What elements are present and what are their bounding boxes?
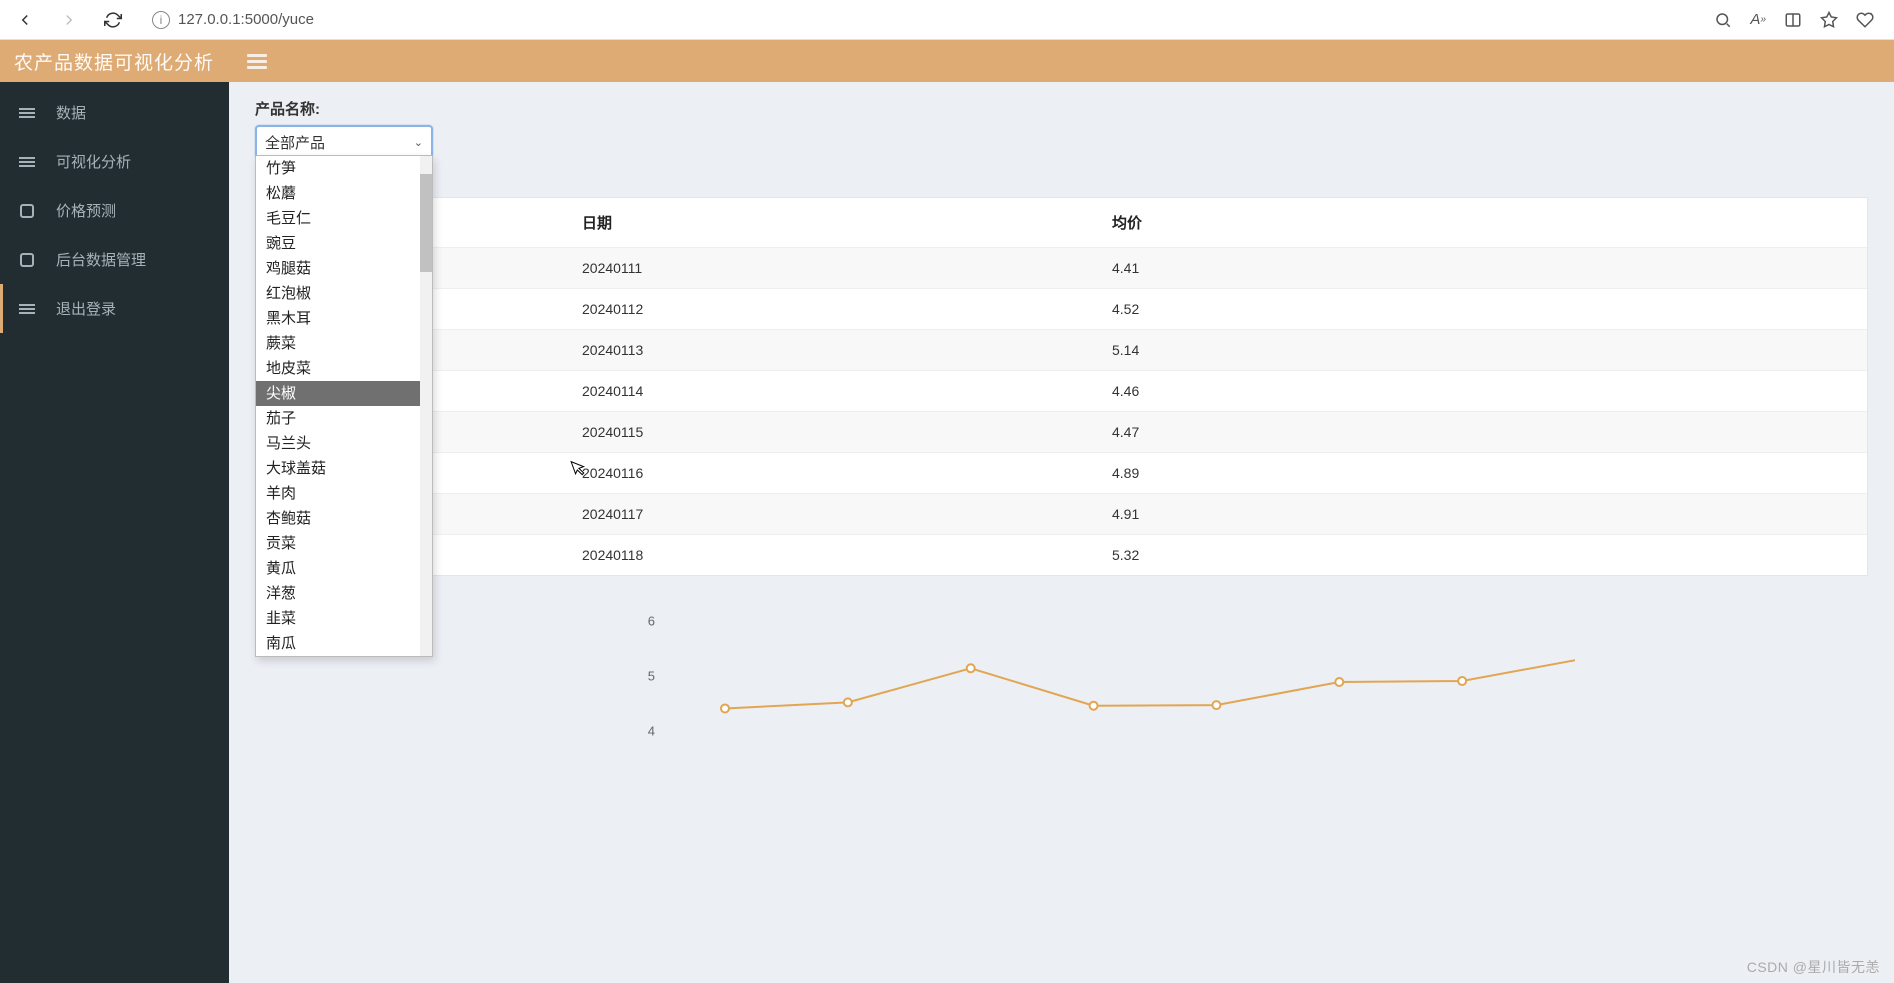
cell-date: 20240115 <box>566 412 1096 453</box>
dropdown-option[interactable]: 黄瓜 <box>256 556 432 581</box>
cell-price: 4.91 <box>1096 494 1867 535</box>
cell-date: 20240111 <box>566 248 1096 289</box>
sidebar-item-visualize[interactable]: 可视化分析 <box>0 137 229 186</box>
dropdown-option[interactable]: 羊肉 <box>256 481 432 506</box>
dropdown-option[interactable]: 毛豆仁 <box>256 206 432 231</box>
menu-icon <box>18 300 36 318</box>
sidebar-item-data[interactable]: 数据 <box>0 88 229 137</box>
dropdown-option[interactable]: 南瓜 <box>256 631 432 656</box>
sidebar-item-logout[interactable]: 退出登录 <box>0 284 229 333</box>
table-row: 202401154.47 <box>256 412 1867 453</box>
sidebar-item-forecast[interactable]: 价格预测 <box>0 186 229 235</box>
chevron-down-icon: ⌄ <box>414 136 423 149</box>
dropdown-option[interactable]: 尖椒 <box>256 381 432 406</box>
y-tick-label: 6 <box>648 614 655 629</box>
cell-price: 5.32 <box>1096 535 1867 576</box>
app-header: 农产品数据可视化分析 <box>0 40 1894 82</box>
dropdown-option[interactable]: 贡菜 <box>256 531 432 556</box>
dropdown-option[interactable]: 蕨菜 <box>256 331 432 356</box>
favorite-icon[interactable] <box>1820 11 1838 29</box>
watermark: CSDN @星川皆无恙 <box>1747 957 1880 977</box>
app-title: 农产品数据可视化分析 <box>14 48 214 75</box>
dropdown-option[interactable]: 豌豆 <box>256 231 432 256</box>
line-chart-svg <box>675 616 1575 746</box>
cell-date: 20240118 <box>566 535 1096 576</box>
address-bar[interactable]: i 127.0.0.1:5000/yuce <box>142 5 1700 35</box>
th-price: 均价 <box>1096 198 1867 248</box>
sidebar-item-label: 可视化分析 <box>56 151 131 172</box>
cell-price: 4.46 <box>1096 371 1867 412</box>
table-row: 202401174.91 <box>256 494 1867 535</box>
filter-form: 产品名称: 全部产品 ⌄ 竹笋松蘑毛豆仁豌豆鸡腿菇红泡椒黑木耳蕨菜地皮菜尖椒茄子… <box>255 98 1868 159</box>
cell-price: 4.89 <box>1096 453 1867 494</box>
dropdown-option[interactable]: 杏鲍菇 <box>256 506 432 531</box>
y-tick-label: 4 <box>648 724 655 739</box>
sidebar-item-label: 后台数据管理 <box>56 249 146 270</box>
zoom-icon[interactable] <box>1714 11 1732 29</box>
cell-price: 4.47 <box>1096 412 1867 453</box>
collections-icon[interactable] <box>1856 11 1874 29</box>
product-label: 产品名称: <box>255 98 1868 119</box>
url-text: 127.0.0.1:5000/yuce <box>178 11 314 28</box>
select-value: 全部产品 <box>265 132 325 153</box>
main-content: 产品名称: 全部产品 ⌄ 竹笋松蘑毛豆仁豌豆鸡腿菇红泡椒黑木耳蕨菜地皮菜尖椒茄子… <box>229 82 1894 983</box>
dropdown-option[interactable]: 洋葱 <box>256 581 432 606</box>
checkbox-icon <box>18 251 36 269</box>
back-button[interactable] <box>10 5 40 35</box>
dropdown-option[interactable]: 茄子 <box>256 406 432 431</box>
price-table: 产品名称 日期 均价 202401114.41202401124.5220240… <box>256 198 1867 575</box>
sidebar-item-label: 退出登录 <box>56 298 116 319</box>
forward-button[interactable] <box>54 5 84 35</box>
sidebar-item-label: 价格预测 <box>56 200 116 221</box>
dropdown-option[interactable]: 松蘑 <box>256 181 432 206</box>
sidebar-toggle[interactable] <box>244 48 270 74</box>
cell-price: 5.14 <box>1096 330 1867 371</box>
sidebar: 数据 可视化分析 价格预测 后台数据管理 退出登录 <box>0 82 229 983</box>
dropdown-option[interactable]: 马兰头 <box>256 431 432 456</box>
table-row: 202401144.46 <box>256 371 1867 412</box>
menu-icon <box>18 104 36 122</box>
price-chart: 4 5 6 <box>255 616 1868 776</box>
browser-actions: A» <box>1714 11 1884 29</box>
dropdown-option[interactable]: 黑木耳 <box>256 306 432 331</box>
menu-icon <box>18 153 36 171</box>
cell-date: 20240113 <box>566 330 1096 371</box>
dropdown-option[interactable]: 鸡腿菇 <box>256 256 432 281</box>
dropdown-option[interactable]: 红泡椒 <box>256 281 432 306</box>
cell-date: 20240116 <box>566 453 1096 494</box>
cell-date: 20240117 <box>566 494 1096 535</box>
data-table-card: 产品名称 日期 均价 202401114.41202401124.5220240… <box>255 197 1868 576</box>
table-row: 202401164.89 <box>256 453 1867 494</box>
y-tick-label: 5 <box>648 669 655 684</box>
split-icon[interactable] <box>1784 11 1802 29</box>
dropdown-option[interactable]: 大球盖菇 <box>256 456 432 481</box>
scrollbar-thumb[interactable] <box>420 174 432 272</box>
cell-date: 20240112 <box>566 289 1096 330</box>
dropdown-option[interactable]: 竹笋 <box>256 156 432 181</box>
sidebar-item-label: 数据 <box>56 102 86 123</box>
cell-price: 4.52 <box>1096 289 1867 330</box>
hamburger-icon <box>247 51 267 72</box>
refresh-button[interactable] <box>98 5 128 35</box>
th-date: 日期 <box>566 198 1096 248</box>
dropdown-option[interactable]: 地皮菜 <box>256 356 432 381</box>
table-row: 202401185.32 <box>256 535 1867 576</box>
checkbox-icon <box>18 202 36 220</box>
table-row: 202401114.41 <box>256 248 1867 289</box>
cell-price: 4.41 <box>1096 248 1867 289</box>
browser-toolbar: i 127.0.0.1:5000/yuce A» <box>0 0 1894 40</box>
sidebar-item-admin[interactable]: 后台数据管理 <box>0 235 229 284</box>
site-info-icon[interactable]: i <box>152 11 170 29</box>
product-select[interactable]: 全部产品 ⌄ <box>255 125 433 159</box>
cell-date: 20240114 <box>566 371 1096 412</box>
dropdown-option[interactable]: 韭菜 <box>256 606 432 631</box>
table-row: 202401124.52 <box>256 289 1867 330</box>
read-aloud-icon[interactable]: A» <box>1750 11 1766 29</box>
table-row: 202401135.14 <box>256 330 1867 371</box>
product-dropdown[interactable]: 竹笋松蘑毛豆仁豌豆鸡腿菇红泡椒黑木耳蕨菜地皮菜尖椒茄子马兰头大球盖菇羊肉杏鲍菇贡… <box>255 155 433 657</box>
